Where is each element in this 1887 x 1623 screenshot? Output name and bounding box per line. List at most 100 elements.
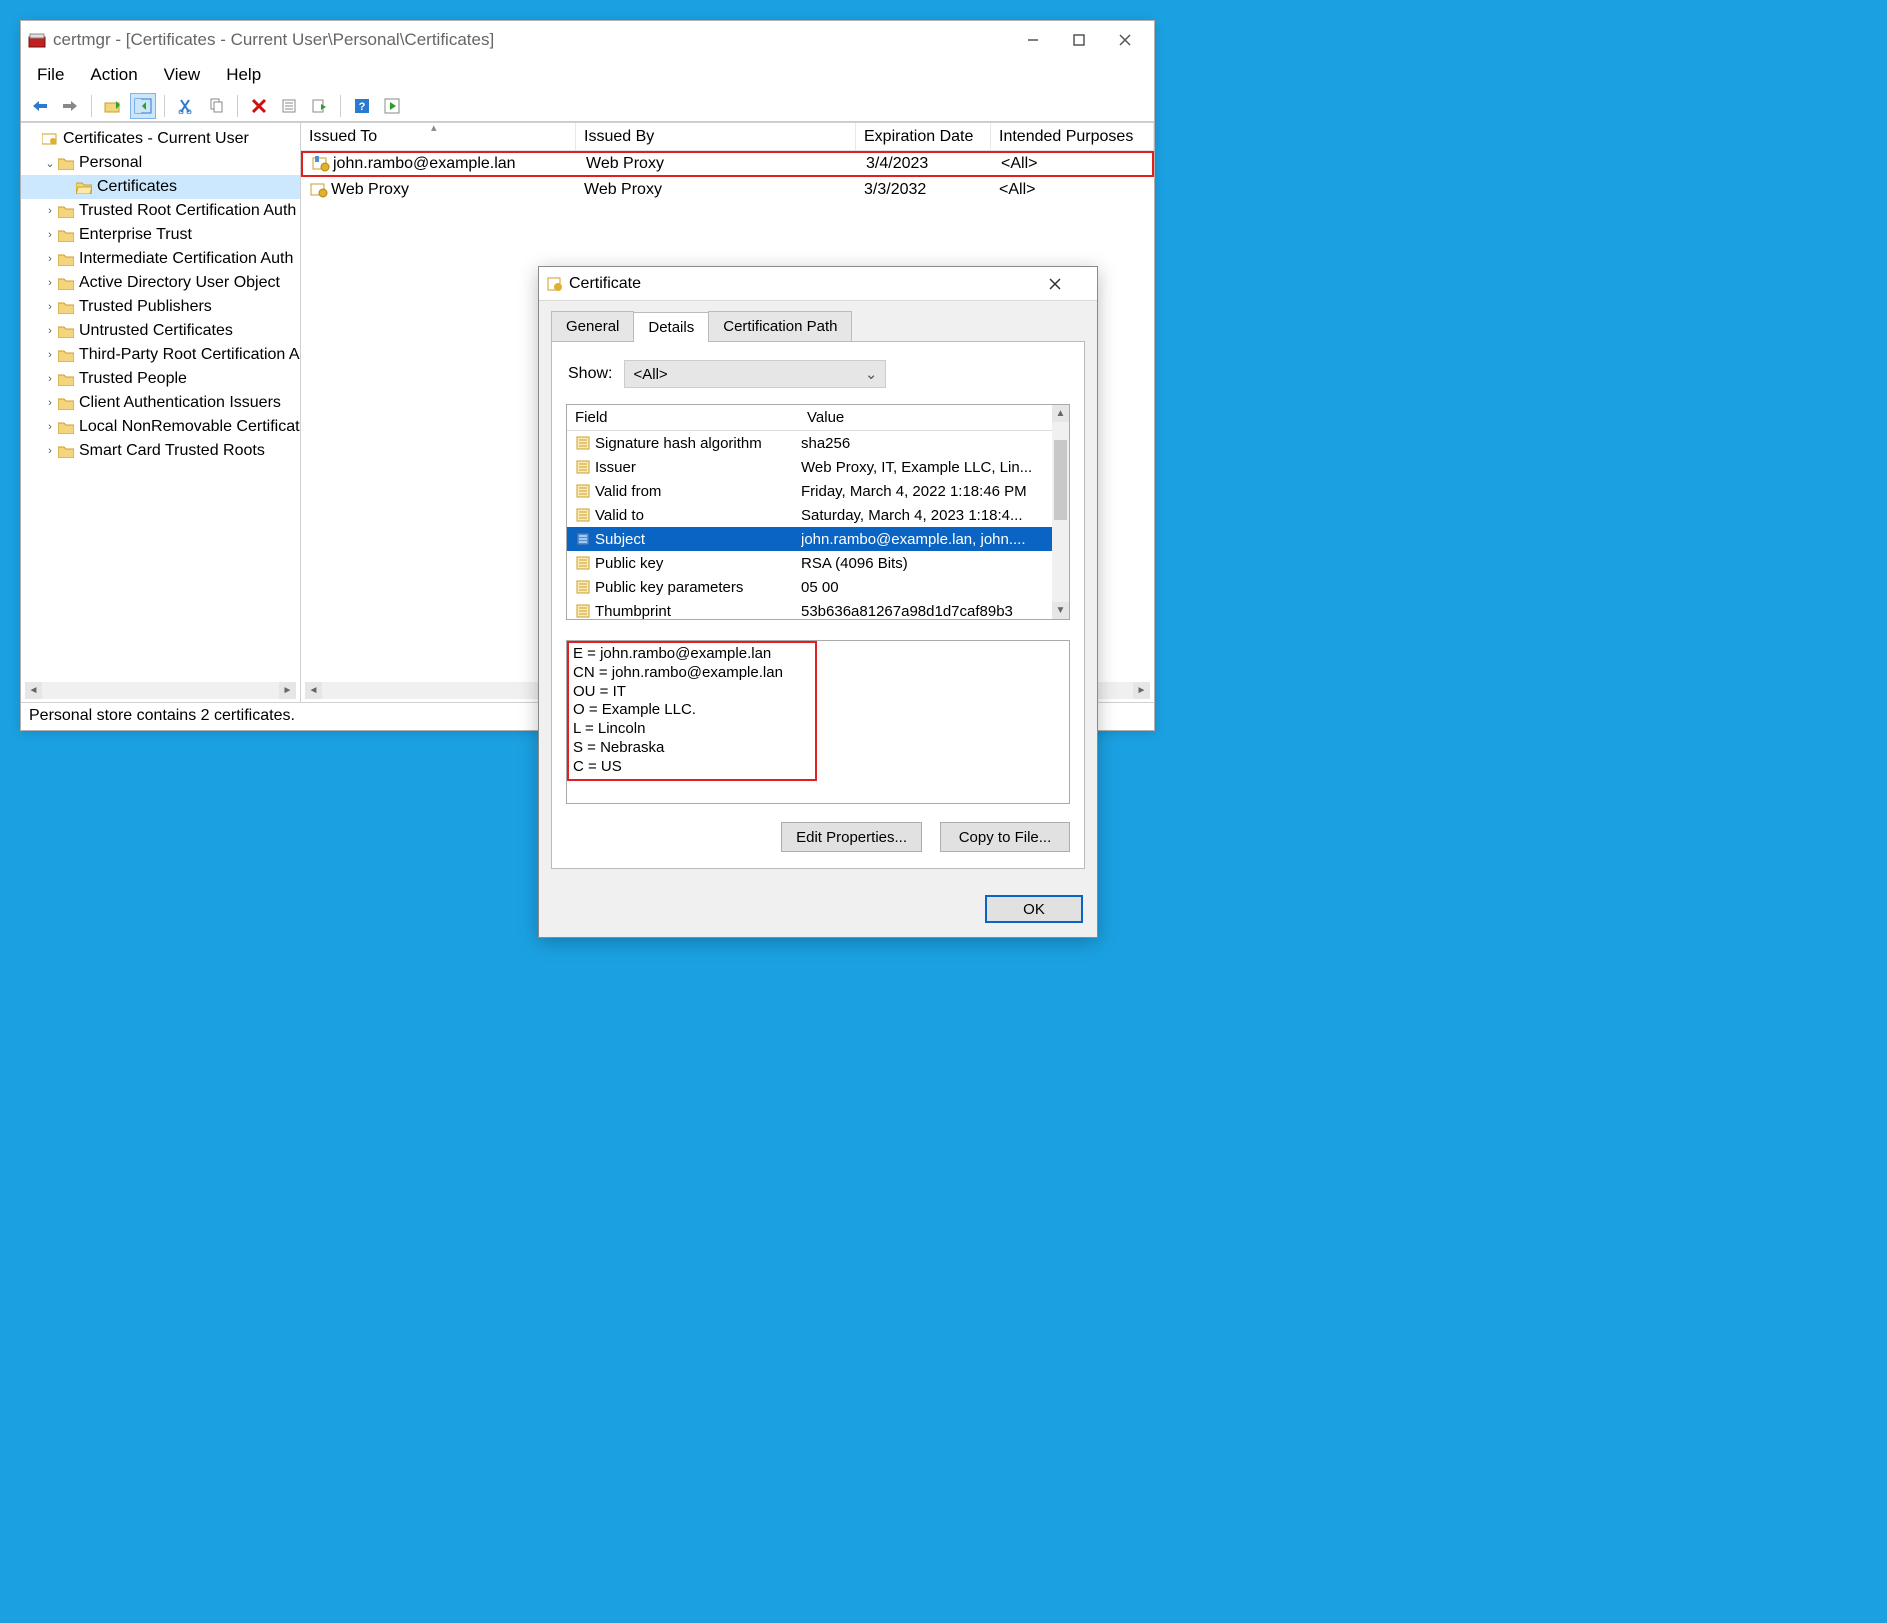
tree-root[interactable]: Certificates - Current User xyxy=(21,127,300,151)
tab-certification-path[interactable]: Certification Path xyxy=(708,311,852,341)
certificate-icon xyxy=(309,181,329,199)
field-row[interactable]: Subjectjohn.rambo@example.lan, john.... xyxy=(567,527,1052,551)
tab-details[interactable]: Details xyxy=(633,312,709,342)
property-icon xyxy=(573,508,593,522)
field-value: 53b636a81267a98d1d7caf89b3 xyxy=(801,603,1052,620)
field-value: Friday, March 4, 2022 1:18:46 PM xyxy=(801,483,1052,500)
expand-icon[interactable]: › xyxy=(43,301,57,313)
dialog-close-button[interactable] xyxy=(1049,278,1089,290)
cut-button[interactable] xyxy=(173,93,199,119)
dialog-titlebar[interactable]: Certificate xyxy=(539,267,1097,301)
field-value: RSA (4096 Bits) xyxy=(801,555,1052,572)
tree-item[interactable]: ›Third-Party Root Certification A xyxy=(21,343,300,367)
copy-button[interactable] xyxy=(203,93,229,119)
back-button[interactable] xyxy=(27,93,53,119)
column-expiration[interactable]: Expiration Date xyxy=(856,123,991,150)
field-value: 05 00 xyxy=(801,579,1052,596)
tree-personal[interactable]: ⌄ Personal xyxy=(21,151,300,175)
scroll-up-icon[interactable]: ▲ xyxy=(1052,405,1069,422)
field-row[interactable]: Public key parameters05 00 xyxy=(567,575,1052,599)
copy-to-file-button[interactable]: Copy to File... xyxy=(940,822,1070,852)
tree-item[interactable]: ›Intermediate Certification Auth xyxy=(21,247,300,271)
forward-button[interactable] xyxy=(57,93,83,119)
certificate-row[interactable]: Web ProxyWeb Proxy3/3/2032<All> xyxy=(301,177,1154,203)
minimize-button[interactable] xyxy=(1010,24,1056,56)
property-icon xyxy=(573,580,593,594)
field-label: Public key xyxy=(595,555,801,572)
expand-icon[interactable]: › xyxy=(43,349,57,361)
window-title: certmgr - [Certificates - Current User\P… xyxy=(53,30,1010,50)
field-value: sha256 xyxy=(801,435,1052,452)
export-button[interactable] xyxy=(306,93,332,119)
tree-item[interactable]: ›Untrusted Certificates xyxy=(21,319,300,343)
tree-item[interactable]: ›Trusted Publishers xyxy=(21,295,300,319)
chevron-down-icon: ⌄ xyxy=(865,365,878,383)
edit-properties-button[interactable]: Edit Properties... xyxy=(781,822,922,852)
tree-item-label: Active Directory User Object xyxy=(79,274,280,292)
field-row[interactable]: Public keyRSA (4096 Bits) xyxy=(567,551,1052,575)
tree-horizontal-scrollbar[interactable]: ◄ ► xyxy=(25,682,296,699)
up-folder-button[interactable] xyxy=(100,93,126,119)
column-purposes[interactable]: Intended Purposes xyxy=(991,123,1154,150)
tree-pane: Certificates - Current User ⌄ Personal C… xyxy=(21,123,301,702)
show-tree-button[interactable] xyxy=(130,93,156,119)
refresh-button[interactable] xyxy=(379,93,405,119)
app-icon xyxy=(27,30,47,50)
properties-button[interactable] xyxy=(276,93,302,119)
expand-icon[interactable]: › xyxy=(43,229,57,241)
field-detail-box[interactable]: E = john.rambo@example.lan CN = john.ram… xyxy=(566,640,1070,804)
field-row[interactable]: Signature hash algorithmsha256 xyxy=(567,431,1052,455)
field-label: Subject xyxy=(595,531,801,548)
scroll-right-icon[interactable]: ► xyxy=(1133,682,1150,699)
tree-item[interactable]: ›Enterprise Trust xyxy=(21,223,300,247)
expand-icon[interactable]: › xyxy=(43,421,57,433)
tab-general[interactable]: General xyxy=(551,311,634,341)
cell-purposes: <All> xyxy=(1001,155,1037,172)
tree-certificates[interactable]: Certificates xyxy=(21,175,300,199)
folder-open-icon xyxy=(75,179,93,195)
field-row[interactable]: Valid toSaturday, March 4, 2023 1:18:4..… xyxy=(567,503,1052,527)
tree-item[interactable]: ›Trusted People xyxy=(21,367,300,391)
scroll-right-icon[interactable]: ► xyxy=(279,682,296,699)
expand-icon[interactable]: ⌄ xyxy=(43,157,57,170)
show-dropdown[interactable]: <All> ⌄ xyxy=(624,360,886,388)
column-issued-to[interactable]: Issued To xyxy=(301,123,576,150)
expand-icon[interactable]: › xyxy=(43,445,57,457)
expand-icon[interactable]: › xyxy=(43,325,57,337)
expand-icon[interactable]: › xyxy=(43,397,57,409)
expand-icon[interactable]: › xyxy=(43,205,57,217)
ok-button[interactable]: OK xyxy=(985,895,1083,923)
menu-file[interactable]: File xyxy=(33,63,68,87)
expand-icon[interactable]: › xyxy=(43,253,57,265)
menu-view[interactable]: View xyxy=(160,63,205,87)
column-value[interactable]: Value xyxy=(799,405,1052,430)
tree-item[interactable]: › Active Directory User Object xyxy=(21,271,300,295)
expand-icon[interactable]: › xyxy=(43,373,57,385)
column-field[interactable]: Field xyxy=(567,405,799,430)
scroll-left-icon[interactable]: ◄ xyxy=(25,682,42,699)
field-row[interactable]: IssuerWeb Proxy, IT, Example LLC, Lin... xyxy=(567,455,1052,479)
expand-icon[interactable]: › xyxy=(43,277,57,289)
field-row[interactable]: Thumbprint53b636a81267a98d1d7caf89b3 xyxy=(567,599,1052,619)
tree-item[interactable]: ›Client Authentication Issuers xyxy=(21,391,300,415)
tree-item-label: Smart Card Trusted Roots xyxy=(79,442,265,460)
field-row[interactable]: Valid fromFriday, March 4, 2022 1:18:46 … xyxy=(567,479,1052,503)
fields-vertical-scrollbar[interactable]: ▲ ▼ xyxy=(1052,405,1069,619)
scroll-down-icon[interactable]: ▼ xyxy=(1052,602,1069,619)
help-button[interactable]: ? xyxy=(349,93,375,119)
maximize-button[interactable] xyxy=(1056,24,1102,56)
titlebar[interactable]: certmgr - [Certificates - Current User\P… xyxy=(21,21,1154,59)
certificate-row[interactable]: john.rambo@example.lanWeb Proxy3/4/2023<… xyxy=(301,151,1154,177)
menu-action[interactable]: Action xyxy=(86,63,141,87)
scrollbar-thumb[interactable] xyxy=(1054,440,1067,520)
tree-item[interactable]: ›Local NonRemovable Certificat xyxy=(21,415,300,439)
column-issued-by[interactable]: Issued By xyxy=(576,123,856,150)
tree-item[interactable]: › Smart Card Trusted Roots xyxy=(21,439,300,463)
cell-issued-by: Web Proxy xyxy=(586,155,664,172)
scroll-left-icon[interactable]: ◄ xyxy=(305,682,322,699)
delete-button[interactable] xyxy=(246,93,272,119)
menu-help[interactable]: Help xyxy=(222,63,265,87)
close-button[interactable] xyxy=(1102,24,1148,56)
tree-item[interactable]: ›Trusted Root Certification Auth xyxy=(21,199,300,223)
folder-icon xyxy=(57,203,75,219)
